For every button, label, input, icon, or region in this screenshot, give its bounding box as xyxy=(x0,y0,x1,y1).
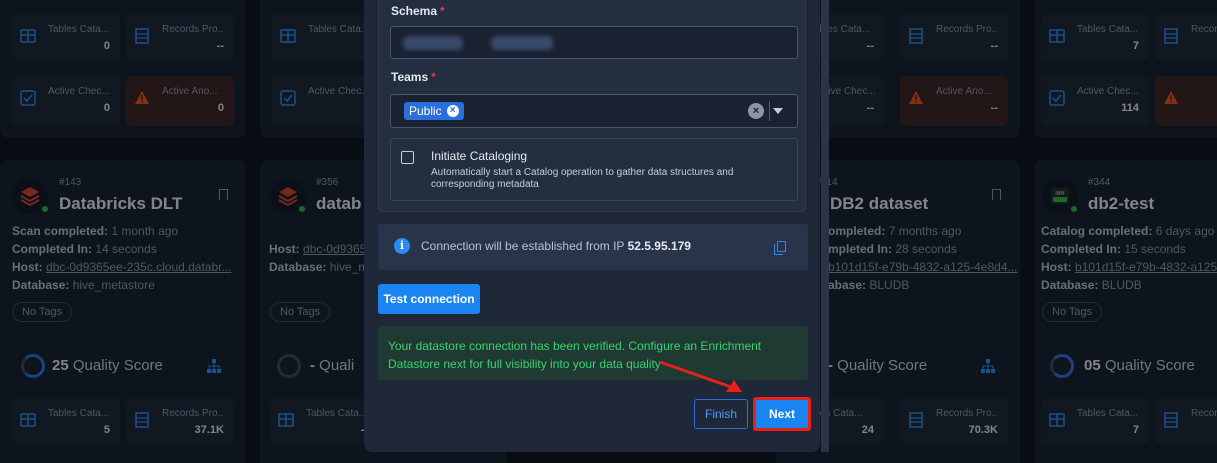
teams-label: Teams * xyxy=(391,70,436,84)
teams-select[interactable]: Public × × xyxy=(390,94,798,128)
modal-scrollbar[interactable] xyxy=(821,0,829,452)
schema-input[interactable] xyxy=(390,26,798,59)
team-chip[interactable]: Public × xyxy=(404,102,464,120)
initiate-cataloging-description: Automatically start a Catalog operation … xyxy=(431,167,734,190)
annotation-arrow-icon xyxy=(659,360,742,392)
select-divider xyxy=(769,101,770,121)
initiate-cataloging-title: Initiate Cataloging xyxy=(431,149,528,163)
initiate-cataloging-checkbox[interactable] xyxy=(401,151,414,164)
copy-icon[interactable] xyxy=(774,241,786,255)
initiate-cataloging-box[interactable]: Initiate Cataloging Automatically start … xyxy=(390,138,798,201)
test-connection-button[interactable]: Test connection xyxy=(378,284,480,314)
chevron-down-icon[interactable] xyxy=(773,108,783,114)
schema-label: Schema * xyxy=(391,4,445,18)
redacted-value xyxy=(491,36,553,50)
add-datastore-modal: Schema * Teams * Public × × Initiate Catal… xyxy=(364,0,829,452)
info-icon: i xyxy=(394,238,410,254)
redacted-value xyxy=(403,36,463,50)
ip-info-text: Connection will be established from IP 5… xyxy=(421,239,691,253)
connection-form-section: Schema * Teams * Public × × Initiate Catal… xyxy=(378,0,806,212)
ip-info-banner: i Connection will be established from IP… xyxy=(378,224,808,270)
next-button[interactable]: Next xyxy=(754,398,810,430)
clear-icon[interactable]: × xyxy=(748,103,764,119)
team-chip-label: Public xyxy=(409,104,442,118)
finish-button[interactable]: Finish xyxy=(694,399,748,429)
chip-remove-icon[interactable]: × xyxy=(446,105,459,117)
ip-address: 52.5.95.179 xyxy=(627,239,691,253)
